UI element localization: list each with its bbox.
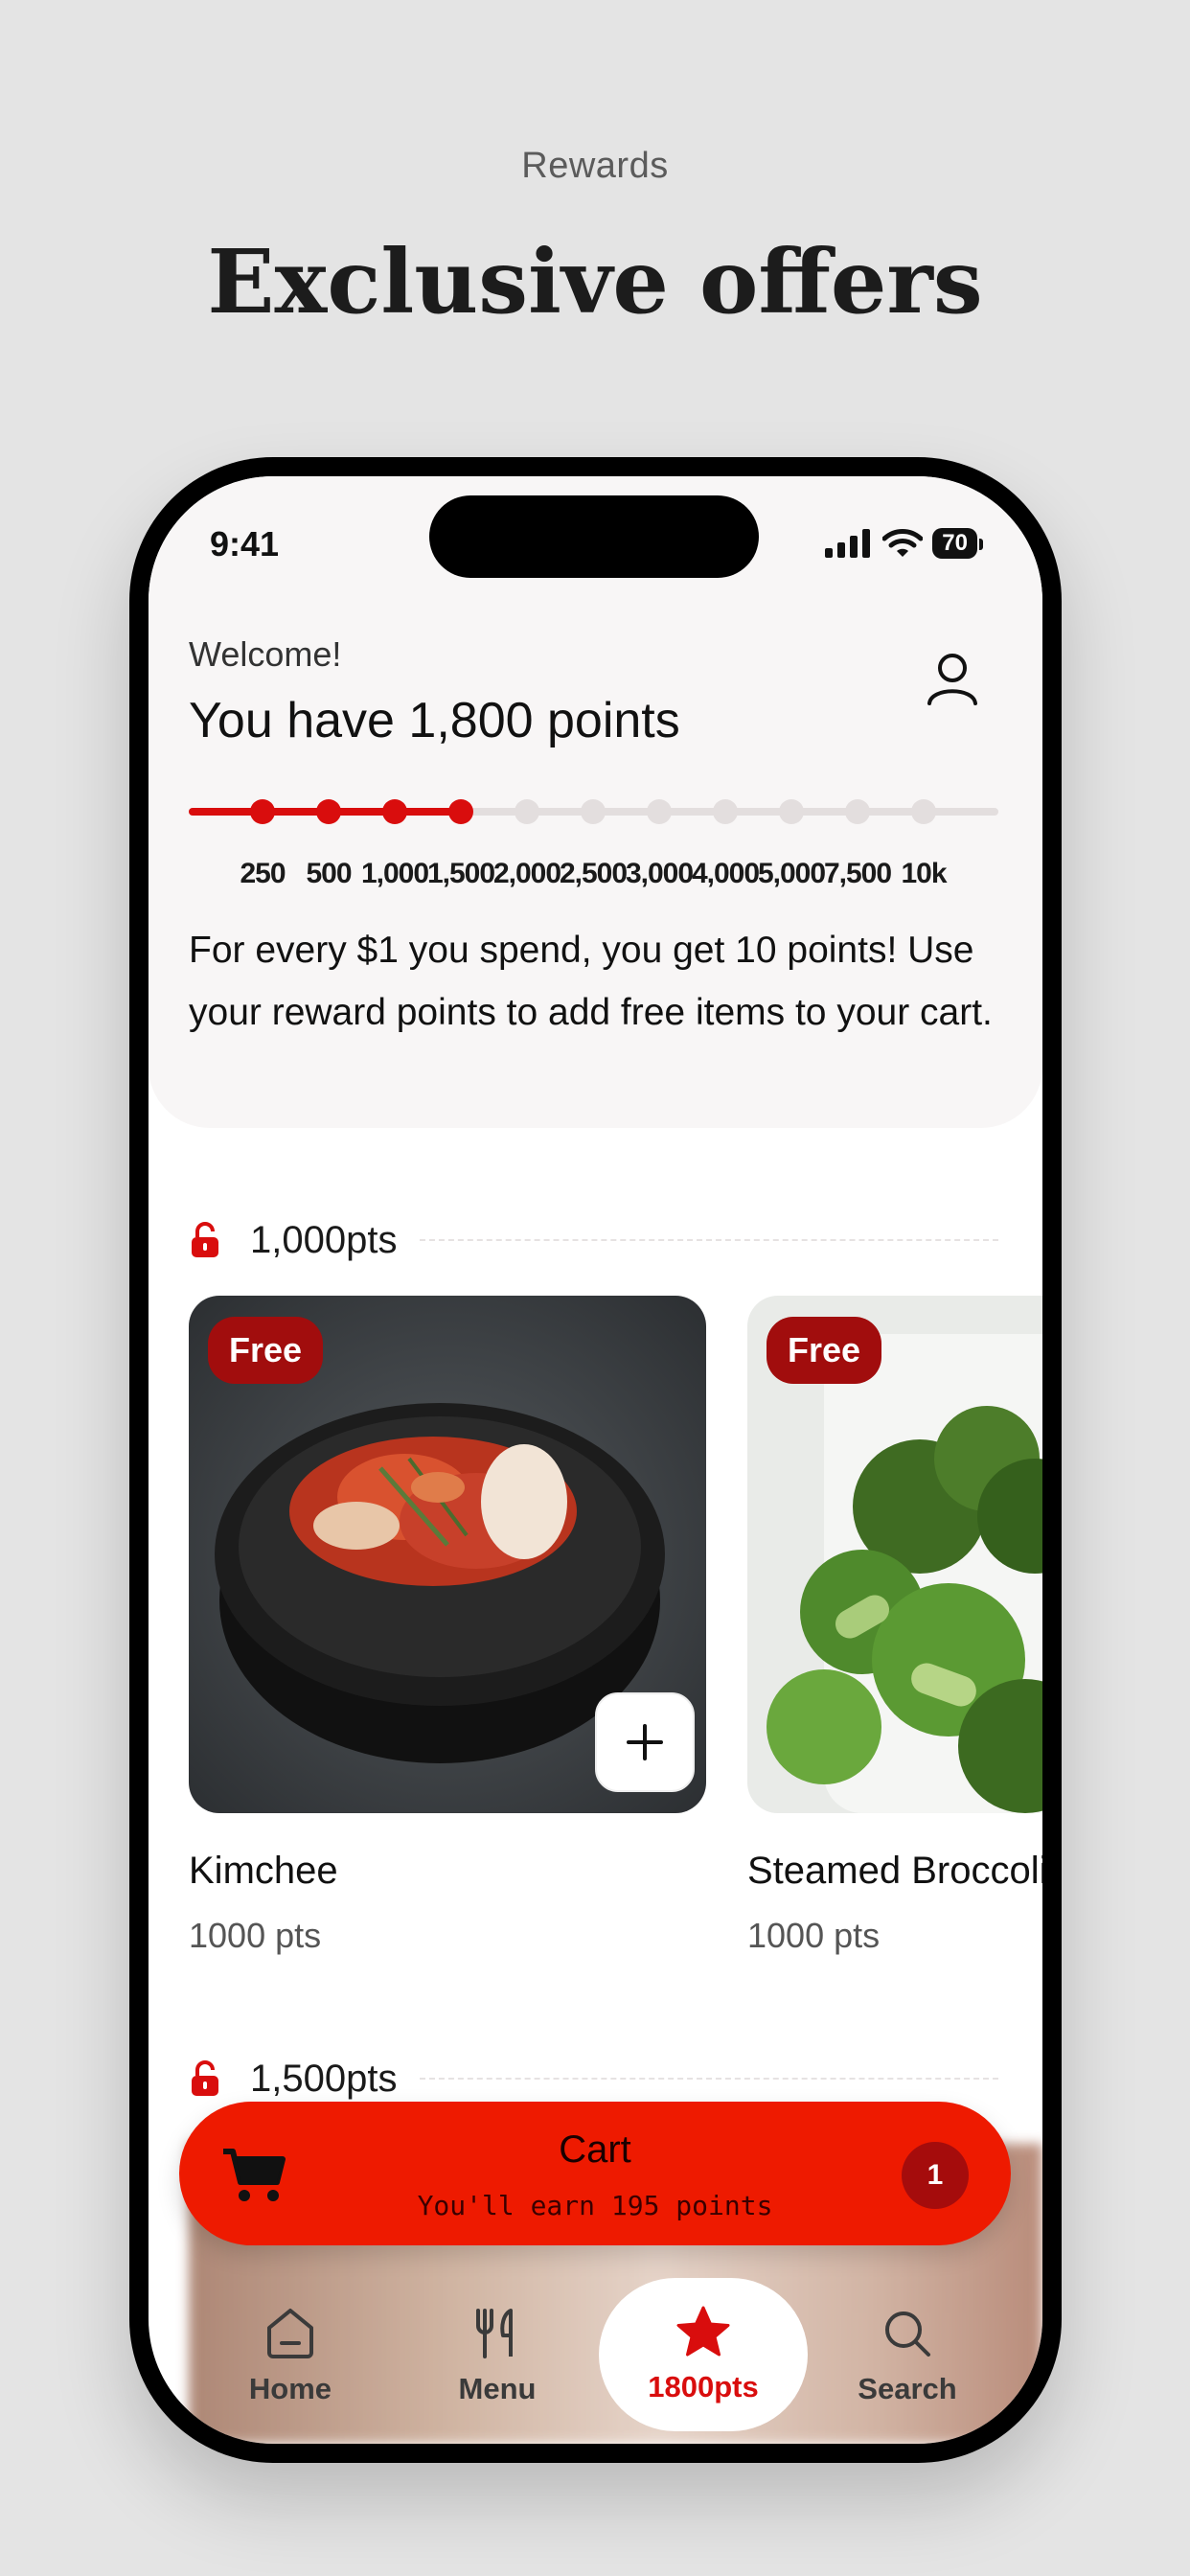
milestone-dot	[713, 799, 738, 824]
phone-screen: Welcome! You have 1,800 points 250 500 1,0…	[149, 476, 1042, 2444]
battery-indicator: 70	[932, 528, 983, 559]
free-badge: Free	[208, 1317, 324, 1384]
tab-label: 1800pts	[648, 2370, 759, 2404]
tab-label: Menu	[458, 2372, 537, 2405]
milestone-labels: 250 500 1,000 1,500 2,000 2,500 3,000 4,000 5,00…	[189, 858, 998, 892]
wifi-icon	[882, 529, 924, 557]
tab-points[interactable]: 1800pts	[599, 2278, 808, 2431]
kimchee-image: Free	[189, 1296, 706, 1813]
milestone-label: 7,500	[823, 858, 892, 889]
milestone-dot	[250, 799, 275, 824]
item-points: 1000 pts	[189, 1916, 322, 1955]
milestone-label: 250	[240, 858, 286, 889]
milestone-label: 500	[306, 858, 352, 889]
tab-search[interactable]: Search	[812, 2278, 1003, 2431]
dynamic-island	[429, 495, 759, 578]
item-name: Kimchee	[189, 1850, 338, 1892]
milestone-label: 2,500	[559, 858, 628, 889]
milestone-label: 3,000	[625, 858, 694, 889]
page-kicker: Rewards	[521, 146, 669, 186]
milestone-dot	[845, 799, 870, 824]
milestone-label: 1,500	[426, 858, 495, 889]
milestone-dot	[581, 799, 606, 824]
search-icon	[885, 2312, 930, 2357]
reward-item-card[interactable]: Free Kimchee 1000 pts	[189, 1296, 706, 1956]
cart-button[interactable]: Cart You'll earn 195 points 1	[179, 2102, 1011, 2245]
welcome-text: Welcome!	[189, 634, 342, 674]
points-title: You have 1,800 points	[189, 693, 680, 748]
cart-count-badge: 1	[902, 2142, 969, 2209]
signal-icon	[825, 529, 871, 558]
tab-menu[interactable]: Menu	[401, 2278, 593, 2431]
milestone-dot	[515, 799, 539, 824]
milestone-label: 2,000	[492, 858, 561, 889]
star-icon	[676, 2306, 730, 2357]
milestone-dot	[382, 799, 407, 824]
phone-frame: Welcome! You have 1,800 points 250 500 1,0…	[129, 457, 1062, 2463]
points-progress-track	[189, 799, 998, 824]
tier-label: 1,500pts	[250, 2057, 398, 2100]
milestone-dot	[647, 799, 672, 824]
milestone-dot	[316, 799, 341, 824]
milestone-label: 4,000	[691, 858, 760, 889]
utensils-icon	[476, 2309, 513, 2358]
milestone-label: 10k	[901, 858, 947, 889]
reward-item-card[interactable]: Free Steamed Broccoli 1000 pts	[747, 1296, 1042, 1956]
add-item-button[interactable]	[595, 1692, 695, 1792]
tier-header-1500: 1,500pts	[189, 2056, 998, 2102]
item-name: Steamed Broccoli	[747, 1850, 1042, 1892]
rewards-info: For every $1 you spend, you get 10 point…	[189, 930, 993, 1033]
home-icon	[267, 2309, 313, 2358]
tab-label: Search	[858, 2372, 957, 2405]
tab-bar: Home Menu 1800pts Search	[189, 2278, 1042, 2431]
status-icons: 70	[825, 524, 983, 563]
tier-divider	[420, 2078, 998, 2080]
free-badge: Free	[767, 1317, 882, 1384]
milestone-dot	[911, 799, 936, 824]
tab-home[interactable]: Home	[195, 2278, 386, 2431]
tab-label: Home	[248, 2372, 332, 2405]
cart-title: Cart	[559, 2128, 631, 2171]
tier-divider	[420, 1239, 998, 1241]
milestone-dot	[779, 799, 804, 824]
milestone-label: 1,000	[360, 858, 429, 889]
broccoli-image: Free	[747, 1296, 1042, 1813]
page-headline: Exclusive offers	[207, 230, 983, 334]
milestone-dot	[448, 799, 473, 824]
milestone-label: 5,000	[757, 858, 826, 889]
unlock-icon	[192, 2060, 218, 2096]
cart-earn-text: You'll earn 195 points	[417, 2190, 773, 2221]
unlock-icon	[192, 1222, 218, 1257]
status-time: 9:41	[210, 524, 280, 564]
plus-icon	[627, 1724, 663, 1760]
item-points: 1000 pts	[747, 1916, 881, 1955]
tier-label: 1,000pts	[250, 1218, 398, 1261]
tier-header-1000: 1,000pts	[189, 1217, 998, 1263]
user-icon[interactable]	[926, 651, 979, 706]
